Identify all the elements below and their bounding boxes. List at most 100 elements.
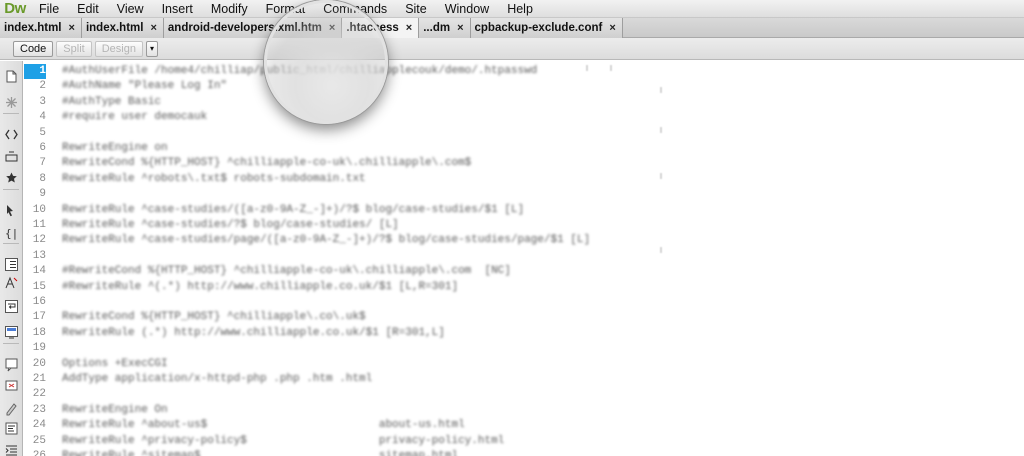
line-number: 2 <box>39 80 46 93</box>
line-number: 23 <box>32 403 46 416</box>
document-tab-bar: index.html × index.html × android-develo… <box>0 18 1024 38</box>
code-line[interactable]: 18 RewriteRule (.*) http://www.chilliappl… <box>24 326 724 341</box>
close-icon[interactable]: × <box>457 22 463 34</box>
code-text: RewriteRule ^sitemap$ sitemap.html <box>62 450 459 456</box>
code-line[interactable]: 26 RewriteRule ^sitemap$ sitemap.html <box>24 449 724 456</box>
code-editor[interactable]: 1 #AuthUserFile /home4/chilliap/public_ht… <box>24 61 1024 456</box>
line-number: 15 <box>32 280 46 293</box>
line-number: 5 <box>39 126 46 139</box>
close-icon[interactable]: × <box>69 22 75 34</box>
menu-window[interactable]: Window <box>436 0 498 18</box>
tab-htaccess[interactable]: .htaccess × <box>342 18 420 38</box>
line-number: 9 <box>39 188 46 201</box>
line-number: 25 <box>32 434 46 447</box>
svg-text:{|}: {|} <box>5 227 19 240</box>
code-text: RewriteCond %{HTTP_HOST} ^chilliapple-co… <box>62 157 472 170</box>
menu-insert[interactable]: Insert <box>153 0 202 18</box>
indent-code-icon[interactable] <box>4 443 19 456</box>
line-number: 22 <box>32 388 46 401</box>
tab-label: android-developers.xml.htm <box>167 22 322 34</box>
tab-index-html-1[interactable]: index.html × <box>0 18 82 38</box>
code-line[interactable]: 14 #RewriteCond %{HTTP_HOST} ^chilliapple… <box>24 264 724 279</box>
menu-edit[interactable]: Edit <box>68 0 108 18</box>
code-line[interactable]: 25 RewriteRule ^privacy-policy$ privacy-p… <box>24 434 724 449</box>
code-text: RewriteRule ^about-us$ about-us.html <box>62 419 465 432</box>
code-line[interactable]: 1 #AuthUserFile /home4/chilliap/public_ht… <box>24 64 724 80</box>
collapse-full-tag-icon[interactable] <box>4 127 19 142</box>
line-number: 7 <box>39 157 46 170</box>
code-line[interactable]: 21 AddType application/x-httpd-php .php .… <box>24 372 724 387</box>
line-number: 6 <box>39 142 46 154</box>
menu-site[interactable]: Site <box>396 0 436 18</box>
line-numbers-icon[interactable] <box>4 257 19 272</box>
dreamweaver-logo: Dw <box>4 0 26 17</box>
menu-commands[interactable]: Commands <box>314 0 396 18</box>
close-icon[interactable]: × <box>150 22 156 34</box>
code-line[interactable]: 6 RewriteEngine on <box>24 141 724 156</box>
code-line[interactable]: 9 <box>24 187 724 202</box>
menu-file[interactable]: File <box>30 0 68 18</box>
code-line[interactable]: 7 RewriteCond %{HTTP_HOST} ^chilliapple-c… <box>24 156 724 171</box>
menu-format[interactable]: Format <box>257 0 315 18</box>
apply-comment-icon[interactable] <box>4 357 19 372</box>
menu-bar: Dw File Edit View Insert Modify Format C… <box>0 0 1024 18</box>
tab-android-developers[interactable]: android-developers.xml.htm × <box>163 18 343 38</box>
code-text: #require user democauk <box>62 111 208 124</box>
tab-index-html-2[interactable]: index.html × <box>81 18 164 38</box>
menu-help[interactable]: Help <box>498 0 542 18</box>
tab-label: .htaccess <box>346 22 399 34</box>
line-number: 8 <box>39 172 46 185</box>
tab-label: cpbackup-exclude.conf <box>474 22 603 34</box>
code-view-button[interactable]: Code <box>13 40 54 57</box>
tab-partial[interactable]: ...dm × <box>419 18 471 38</box>
code-text: #RewriteCond %{HTTP_HOST} ^chilliapple-c… <box>62 265 511 278</box>
code-line[interactable]: 23 RewriteEngine On <box>24 403 724 418</box>
show-code-navigator-icon[interactable] <box>4 95 19 110</box>
code-line[interactable]: 3 #AuthType Basic <box>24 95 724 110</box>
code-line[interactable]: 11 RewriteRule ^case-studies/?$ blog/case… <box>24 218 724 233</box>
close-icon[interactable]: × <box>609 22 615 34</box>
highlight-invalid-code-icon[interactable] <box>4 275 19 290</box>
code-line[interactable]: 17 RewriteCond %{HTTP_HOST} ^chilliapple\… <box>24 310 724 325</box>
code-line[interactable]: 24 RewriteRule ^about-us$ about-us.html <box>24 418 724 433</box>
split-view-button[interactable]: Split <box>56 40 92 57</box>
code-line[interactable]: 5 <box>24 126 724 141</box>
select-parent-tag-icon[interactable] <box>4 203 19 218</box>
code-line[interactable]: 8 RewriteRule ^robots\.txt$ robots-subdom… <box>24 172 724 187</box>
balance-braces-icon[interactable]: {|} <box>4 225 19 240</box>
close-icon[interactable]: × <box>329 22 335 34</box>
code-line[interactable]: 10 RewriteRule ^case-studies/([a-z0-9A-Z_… <box>24 203 724 218</box>
coding-toolbar: {|} <box>0 61 23 456</box>
close-icon[interactable]: × <box>406 22 412 34</box>
expand-all-icon[interactable] <box>4 171 19 186</box>
tab-label: index.html <box>4 22 62 34</box>
code-line[interactable]: 12 RewriteRule ^case-studies/page/([a-z0-… <box>24 233 724 248</box>
design-view-button[interactable]: Design <box>94 40 143 57</box>
word-wrap-icon[interactable] <box>4 299 19 314</box>
view-options-dropdown[interactable]: ▾ <box>145 40 158 57</box>
line-number: 4 <box>39 111 46 124</box>
remove-comment-icon[interactable] <box>4 379 19 394</box>
code-line[interactable]: 15 #RewriteRule ^(.*) http://www.chilliap… <box>24 280 724 295</box>
code-line[interactable]: 16 <box>24 295 724 310</box>
toolbar-separator <box>3 189 19 190</box>
open-documents-icon[interactable] <box>4 69 19 84</box>
syntax-coloring-icon[interactable] <box>4 325 19 340</box>
line-number: 19 <box>32 342 46 355</box>
code-line[interactable]: 2 #AuthName "Please Log In" <box>24 79 724 94</box>
document-toolbar: Code Split Design ▾ <box>0 38 1024 60</box>
wrap-tag-icon[interactable] <box>4 401 19 416</box>
code-line[interactable]: 13 <box>24 249 724 264</box>
menu-modify[interactable]: Modify <box>202 0 257 18</box>
line-number: 18 <box>32 326 46 339</box>
collapse-selection-icon[interactable] <box>4 150 19 165</box>
code-line[interactable]: 4 #require user democauk <box>24 110 724 125</box>
code-line[interactable]: 20 Options +ExecCGI <box>24 357 724 372</box>
code-text: RewriteRule ^robots\.txt$ robots-subdoma… <box>62 172 366 185</box>
recent-snippets-icon[interactable] <box>4 421 19 436</box>
tab-cpbackup-exclude[interactable]: cpbackup-exclude.conf × <box>470 18 623 38</box>
menu-view[interactable]: View <box>108 0 153 18</box>
line-number: 17 <box>32 311 46 324</box>
code-line[interactable]: 19 <box>24 341 724 356</box>
code-line[interactable]: 22 <box>24 387 724 402</box>
